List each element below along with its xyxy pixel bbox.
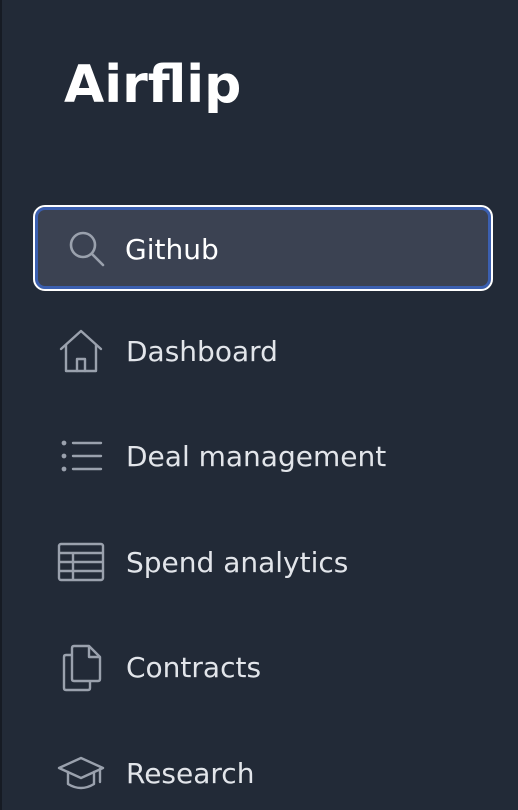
search-icon xyxy=(67,229,107,269)
search-box[interactable] xyxy=(33,205,493,291)
sidebar-item-label: Contracts xyxy=(126,650,262,684)
sidebar-item-spend-analytics[interactable]: Spend analytics xyxy=(54,532,484,592)
sidebar-item-deal-management[interactable]: Deal management xyxy=(54,426,484,486)
graduation-cap-icon xyxy=(54,746,108,800)
sidebar-item-research[interactable]: Research xyxy=(54,743,484,803)
documents-icon xyxy=(54,640,108,694)
sidebar-item-label: Dashboard xyxy=(126,334,278,368)
table-icon xyxy=(54,535,108,589)
list-icon xyxy=(54,429,108,483)
sidebar-item-contracts[interactable]: Contracts xyxy=(54,637,484,697)
home-icon xyxy=(54,324,108,378)
sidebar: Airflip Dashboard xyxy=(0,0,518,810)
sidebar-item-label: Deal management xyxy=(126,439,387,473)
app-logo[interactable]: Airflip xyxy=(64,50,241,120)
sidebar-item-label: Research xyxy=(126,756,255,790)
search-input[interactable] xyxy=(125,227,475,271)
sidebar-item-dashboard[interactable]: Dashboard xyxy=(54,321,484,381)
sidebar-item-label: Spend analytics xyxy=(126,545,349,579)
